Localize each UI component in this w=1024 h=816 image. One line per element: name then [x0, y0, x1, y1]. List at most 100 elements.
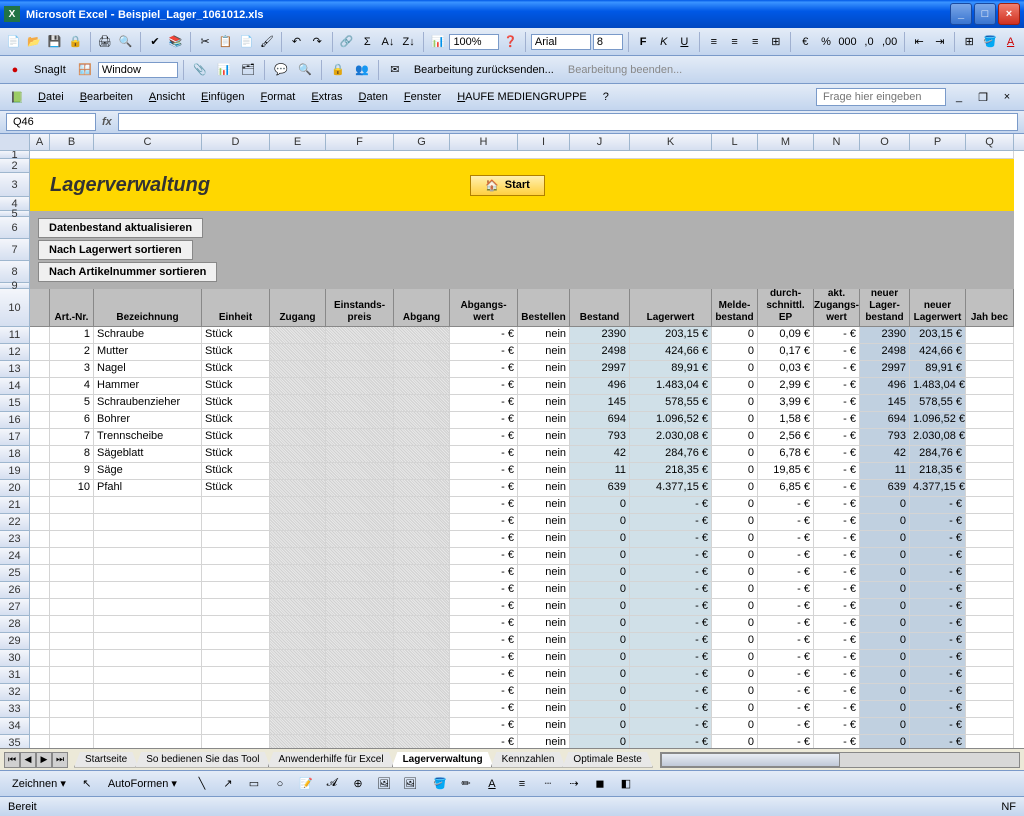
cell[interactable] [30, 633, 50, 650]
neuer-lagerwert[interactable]: - € [910, 667, 966, 684]
bestand[interactable]: 0 [570, 582, 630, 599]
col-header-N[interactable]: N [814, 134, 860, 150]
lagerwert[interactable]: - € [630, 548, 712, 565]
bestellen[interactable]: nein [518, 463, 570, 480]
zugang[interactable] [270, 650, 326, 667]
button-area[interactable]: Datenbestand aktualisieren [30, 217, 1014, 239]
align-center-icon[interactable]: ≡ [725, 31, 744, 53]
zugang[interactable] [270, 565, 326, 582]
row-header[interactable]: 15 [0, 395, 30, 412]
zugang[interactable] [270, 344, 326, 361]
art-nr[interactable] [50, 667, 94, 684]
col-header-label[interactable]: Jah bec [966, 289, 1014, 327]
einheit[interactable] [202, 701, 270, 718]
abgangswert[interactable]: - € [450, 650, 518, 667]
durchschnitt-ep[interactable]: - € [758, 565, 814, 582]
bestellen[interactable]: nein [518, 480, 570, 497]
cell[interactable] [966, 412, 1014, 429]
cell[interactable] [966, 718, 1014, 735]
meldebestand[interactable]: 0 [712, 361, 758, 378]
durchschnitt-ep[interactable]: - € [758, 667, 814, 684]
bestellen[interactable]: nein [518, 718, 570, 735]
neuer-bestand[interactable]: 0 [860, 514, 910, 531]
cell[interactable] [30, 565, 50, 582]
art-nr[interactable] [50, 599, 94, 616]
zugangswert[interactable]: - € [814, 412, 860, 429]
bestand[interactable]: 0 [570, 548, 630, 565]
bezeichnung[interactable] [94, 735, 202, 748]
drawing-menu[interactable]: Zeichnen ▾ [6, 775, 72, 792]
bestellen[interactable]: nein [518, 616, 570, 633]
einstandspreis[interactable] [326, 548, 394, 565]
font-select[interactable] [531, 34, 591, 50]
bestand[interactable]: 496 [570, 378, 630, 395]
abgangswert[interactable]: - € [450, 633, 518, 650]
abgang[interactable] [394, 378, 450, 395]
col-header-label[interactable]: neuer Lagerwert [910, 289, 966, 327]
zugangswert[interactable]: - € [814, 446, 860, 463]
cell[interactable] [966, 701, 1014, 718]
menu-format[interactable]: Format [252, 88, 303, 106]
bestand[interactable]: 0 [570, 497, 630, 514]
bestand[interactable]: 0 [570, 565, 630, 582]
abgang[interactable] [394, 718, 450, 735]
cell[interactable] [966, 497, 1014, 514]
bestellen[interactable]: nein [518, 667, 570, 684]
neuer-bestand[interactable]: 0 [860, 667, 910, 684]
bestellen[interactable]: nein [518, 531, 570, 548]
bestand[interactable]: 0 [570, 735, 630, 748]
einstandspreis[interactable] [326, 684, 394, 701]
row-header[interactable]: 30 [0, 650, 30, 667]
chart-tool-icon[interactable]: 📊 [213, 59, 235, 81]
bestand[interactable]: 2498 [570, 344, 630, 361]
lagerwert[interactable]: - € [630, 701, 712, 718]
bezeichnung[interactable]: Trennscheibe [94, 429, 202, 446]
durchschnitt-ep[interactable]: - € [758, 514, 814, 531]
menu-?[interactable]: ? [595, 88, 617, 106]
row-header[interactable]: 7 [0, 239, 30, 261]
zugangswert[interactable]: - € [814, 497, 860, 514]
neuer-bestand[interactable]: 793 [860, 429, 910, 446]
cell[interactable] [30, 480, 50, 497]
shadow-icon[interactable]: ◼ [589, 773, 611, 795]
meldebestand[interactable]: 0 [712, 667, 758, 684]
meldebestand[interactable]: 0 [712, 514, 758, 531]
zugangswert[interactable]: - € [814, 344, 860, 361]
cell[interactable] [966, 735, 1014, 748]
neuer-lagerwert[interactable]: - € [910, 633, 966, 650]
col-header-F[interactable]: F [326, 134, 394, 150]
bezeichnung[interactable]: Nagel [94, 361, 202, 378]
zugang[interactable] [270, 480, 326, 497]
bestellen[interactable]: nein [518, 565, 570, 582]
comment-icon[interactable]: 💬 [270, 59, 292, 81]
durchschnitt-ep[interactable]: 0,17 € [758, 344, 814, 361]
einstandspreis[interactable] [326, 667, 394, 684]
col-header-O[interactable]: O [860, 134, 910, 150]
formula-input[interactable] [118, 113, 1018, 131]
abgangswert[interactable]: - € [450, 531, 518, 548]
new-icon[interactable]: 📄 [4, 31, 23, 53]
doc-restore-button[interactable]: ❐ [972, 86, 994, 108]
neuer-bestand[interactable]: 11 [860, 463, 910, 480]
lagerwert[interactable]: - € [630, 650, 712, 667]
start-button[interactable]: 🏠Start [470, 175, 545, 196]
neuer-lagerwert[interactable]: 218,35 € [910, 463, 966, 480]
cell[interactable] [30, 429, 50, 446]
bezeichnung[interactable]: Bohrer [94, 412, 202, 429]
art-nr[interactable]: 4 [50, 378, 94, 395]
zugangswert[interactable]: - € [814, 378, 860, 395]
zugangswert[interactable]: - € [814, 429, 860, 446]
bestellen[interactable]: nein [518, 497, 570, 514]
abgang[interactable] [394, 446, 450, 463]
lagerwert[interactable]: - € [630, 565, 712, 582]
abgang[interactable] [394, 531, 450, 548]
font-color-draw-icon[interactable]: A [481, 773, 503, 795]
lagerwert[interactable]: - € [630, 531, 712, 548]
review-return-button[interactable]: Bearbeitung zurücksenden... [408, 62, 560, 78]
trace-icon[interactable]: 🔍 [294, 59, 316, 81]
abgangswert[interactable]: - € [450, 514, 518, 531]
neuer-lagerwert[interactable]: - € [910, 735, 966, 748]
row-header[interactable]: 33 [0, 701, 30, 718]
einheit[interactable] [202, 548, 270, 565]
cell[interactable] [30, 327, 50, 344]
